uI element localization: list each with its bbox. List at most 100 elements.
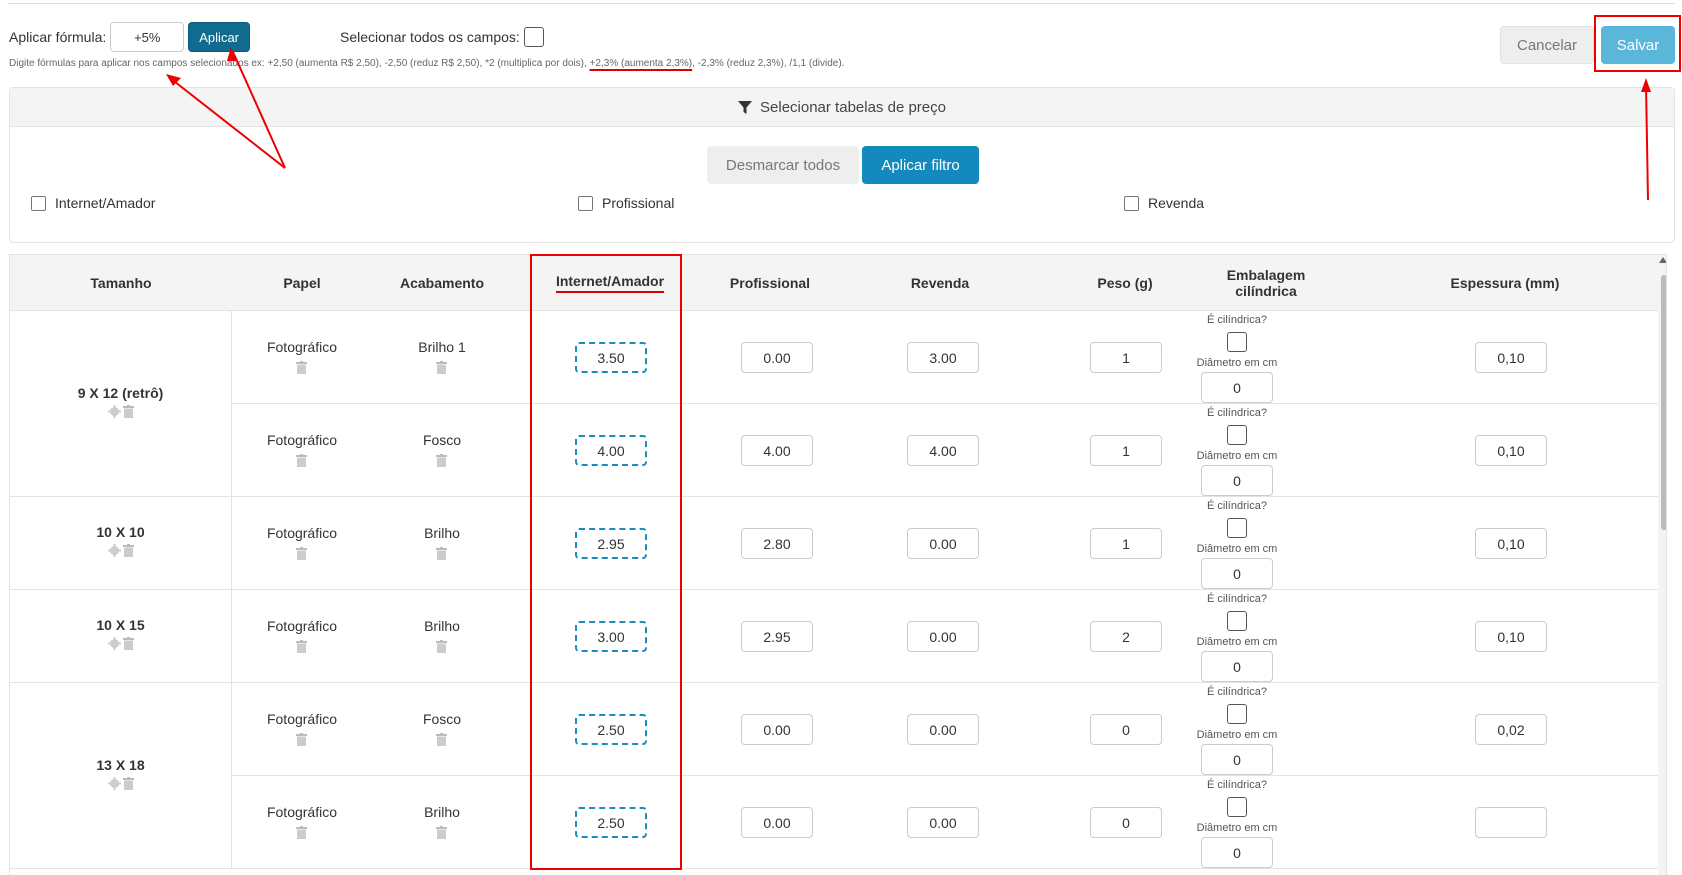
apply-formula-button[interactable]: Aplicar <box>188 22 251 52</box>
cylindrical-checkbox[interactable] <box>1227 425 1247 445</box>
cylindrical-checkbox[interactable] <box>1227 332 1247 352</box>
trash-icon[interactable] <box>296 454 307 472</box>
trash-icon[interactable] <box>296 826 307 844</box>
col-thickness: Espessura (mm) <box>1450 275 1560 291</box>
gear-icon[interactable] <box>107 544 121 562</box>
weight-input[interactable] <box>1090 342 1162 373</box>
trash-icon[interactable] <box>436 640 447 658</box>
cylindrical-checkbox[interactable] <box>1227 518 1247 538</box>
thickness-input[interactable] <box>1475 621 1547 652</box>
filter-checkbox[interactable] <box>31 195 46 211</box>
diameter-input[interactable] <box>1201 837 1273 868</box>
formula-input[interactable] <box>110 22 185 52</box>
size-actions <box>107 637 134 655</box>
price-table: Tamanho Papel Acabamento Internet/Amador… <box>9 254 1667 875</box>
table-header: Tamanho Papel Acabamento Internet/Amador… <box>10 255 1666 311</box>
packaging-cell: É cilíndrica? Diâmetro em cm <box>1167 683 1307 776</box>
cylindrical-question: É cilíndrica? <box>1207 686 1267 698</box>
weight-input[interactable] <box>1090 714 1162 745</box>
price-resale-input[interactable] <box>907 435 979 466</box>
finish-name: Brilho <box>424 804 460 820</box>
thickness-input[interactable] <box>1475 342 1547 373</box>
cylindrical-checkbox[interactable] <box>1227 704 1247 724</box>
filter-checkbox[interactable] <box>578 195 593 211</box>
price-professional-input[interactable] <box>741 435 813 466</box>
thickness-input[interactable] <box>1475 528 1547 559</box>
scroll-up-arrow[interactable] <box>1659 257 1666 263</box>
price-professional-input[interactable] <box>741 342 813 373</box>
filter-option-profissional[interactable]: Profissional <box>578 195 674 211</box>
apply-filter-button[interactable]: Aplicar filtro <box>862 146 979 184</box>
paper-name: Fotográfico <box>266 525 338 541</box>
diameter-label: Diâmetro em cm <box>1196 636 1278 648</box>
cancel-button[interactable]: Cancelar <box>1500 26 1594 64</box>
table-row: Fotográfico Brilho É cilíndrica? Diâmetro e… <box>232 497 1666 590</box>
diameter-input[interactable] <box>1201 744 1273 775</box>
weight-input[interactable] <box>1090 621 1162 652</box>
trash-icon[interactable] <box>436 547 447 565</box>
scrollbar-thumb[interactable] <box>1661 275 1666 530</box>
price-professional-input[interactable] <box>741 528 813 559</box>
gear-icon[interactable] <box>107 404 121 423</box>
table-row: Fotográfico Fosco É cilíndrica? Diâmetro em… <box>232 683 1666 776</box>
select-all-label: Selecionar todos os campos: <box>340 29 520 45</box>
diameter-input[interactable] <box>1201 372 1273 403</box>
col-weight: Peso (g) <box>1097 275 1153 291</box>
cylindrical-question: É cilíndrica? <box>1207 314 1267 326</box>
size-actions <box>107 776 134 795</box>
highlight-save-button <box>1594 15 1681 72</box>
diameter-label: Diâmetro em cm <box>1196 450 1278 462</box>
gear-icon[interactable] <box>107 637 121 655</box>
trash-icon[interactable] <box>436 826 447 844</box>
diameter-label: Diâmetro em cm <box>1196 357 1278 369</box>
price-resale-input[interactable] <box>907 528 979 559</box>
price-resale-input[interactable] <box>907 714 979 745</box>
cylindrical-checkbox[interactable] <box>1227 797 1247 817</box>
thickness-input[interactable] <box>1475 435 1547 466</box>
filter-option-revenda[interactable]: Revenda <box>1124 195 1204 211</box>
thickness-input[interactable] <box>1475 714 1547 745</box>
weight-input[interactable] <box>1090 528 1162 559</box>
finish-name: Brilho <box>424 525 460 541</box>
unmark-all-button[interactable]: Desmarcar todos <box>707 146 859 184</box>
gear-icon[interactable] <box>107 776 121 795</box>
cylindrical-checkbox[interactable] <box>1227 611 1247 631</box>
trash-icon[interactable] <box>436 733 447 751</box>
price-resale-input[interactable] <box>907 342 979 373</box>
price-resale-input[interactable] <box>907 807 979 838</box>
table-row: Fotográfico Brilho É cilíndrica? Diâmetro e… <box>232 590 1666 683</box>
trash-icon[interactable] <box>296 547 307 565</box>
price-resale-input[interactable] <box>907 621 979 652</box>
size-group: 10 X 15 <box>10 590 232 683</box>
trash-icon[interactable] <box>122 776 134 795</box>
cylindrical-question: É cilíndrica? <box>1207 500 1267 512</box>
price-professional-input[interactable] <box>741 714 813 745</box>
diameter-input[interactable] <box>1201 651 1273 682</box>
filter-checkbox[interactable] <box>1124 195 1139 211</box>
col-packaging: Embalagem cilíndrica <box>1226 267 1306 299</box>
price-professional-input[interactable] <box>741 807 813 838</box>
size-name: 13 X 18 <box>96 756 145 773</box>
diameter-input[interactable] <box>1201 465 1273 496</box>
filter-option-internet[interactable]: Internet/Amador <box>31 195 155 211</box>
trash-icon[interactable] <box>122 544 134 562</box>
trash-icon[interactable] <box>122 404 134 423</box>
finish-name: Fosco <box>422 711 462 727</box>
trash-icon[interactable] <box>296 361 307 379</box>
size-group: 13 X 18 <box>10 683 232 869</box>
trash-icon[interactable] <box>296 733 307 751</box>
weight-input[interactable] <box>1090 435 1162 466</box>
price-professional-input[interactable] <box>741 621 813 652</box>
trash-icon[interactable] <box>436 454 447 472</box>
select-all-checkbox[interactable] <box>523 27 544 47</box>
weight-input[interactable] <box>1090 807 1162 838</box>
trash-icon[interactable] <box>122 637 134 655</box>
size-name: 10 X 10 <box>96 524 145 540</box>
filter-header[interactable]: Selecionar tabelas de preço <box>10 88 1674 127</box>
trash-icon[interactable] <box>296 640 307 658</box>
trash-icon[interactable] <box>436 361 447 379</box>
filter-option-label: Internet/Amador <box>55 195 156 211</box>
thickness-input[interactable] <box>1475 807 1547 838</box>
cylindrical-question: É cilíndrica? <box>1207 593 1267 605</box>
diameter-input[interactable] <box>1201 558 1273 589</box>
